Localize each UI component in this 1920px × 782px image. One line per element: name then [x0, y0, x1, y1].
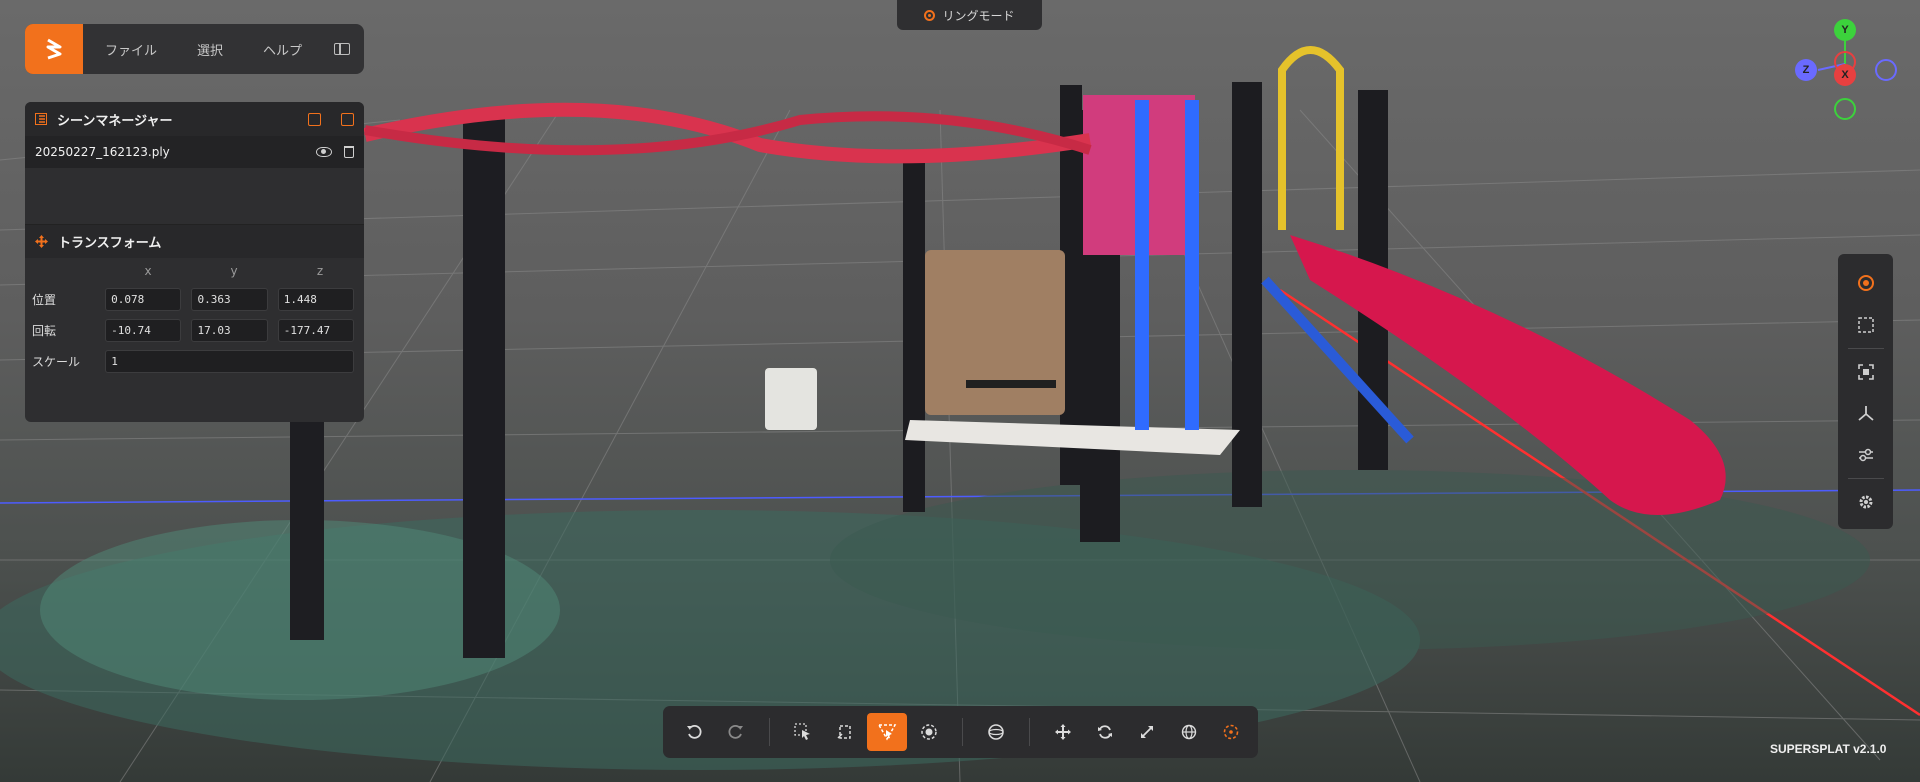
- sphere-select-icon[interactable]: [976, 713, 1016, 751]
- redo-icon[interactable]: [716, 713, 756, 751]
- position-x-input[interactable]: 0.078: [105, 288, 182, 311]
- gizmo-z-axis[interactable]: Z: [1795, 59, 1817, 81]
- right-toolbar: [1838, 254, 1893, 529]
- import-icon[interactable]: [308, 112, 321, 126]
- menu-file[interactable]: ファイル: [83, 40, 177, 59]
- trash-icon[interactable]: [344, 146, 354, 158]
- ring-mode-label: リングモード: [942, 8, 1015, 23]
- version-label: SUPERSPLAT v2.1.0: [1770, 742, 1887, 756]
- undo-icon[interactable]: [674, 713, 714, 751]
- axis-z-label: z: [316, 264, 324, 278]
- scale-input[interactable]: 1: [105, 350, 354, 373]
- file-name: 20250227_162123.ply: [35, 145, 170, 159]
- toolbar-divider: [1029, 718, 1030, 746]
- lasso-select-icon[interactable]: [825, 713, 865, 751]
- picker-select-icon[interactable]: [783, 713, 823, 751]
- scene-manager-title: シーンマネージャー: [57, 113, 173, 129]
- translate-icon[interactable]: [1043, 713, 1083, 751]
- splat-centers-icon[interactable]: [1851, 268, 1881, 298]
- pivot-icon[interactable]: [1211, 713, 1251, 751]
- view-gizmo[interactable]: Y Z X: [1785, 16, 1905, 126]
- toolbar-divider: [962, 718, 963, 746]
- supersplat-logo-icon[interactable]: [25, 24, 83, 74]
- toolbar-divider: [769, 718, 770, 746]
- scale-row: スケール 1: [25, 346, 364, 377]
- frame-selection-icon[interactable]: [1851, 357, 1881, 387]
- list-icon: [35, 113, 47, 125]
- rotation-row: 回転 -10.74 17.03 -177.47: [25, 315, 364, 346]
- gizmo-y-axis[interactable]: Y: [1834, 19, 1856, 41]
- scale-label: スケール: [32, 355, 81, 369]
- move-icon: [35, 235, 48, 248]
- toolbar-divider: [1847, 347, 1884, 349]
- brush-select-icon[interactable]: [909, 713, 949, 751]
- position-z-input[interactable]: 1.448: [277, 288, 355, 311]
- ring-mode-badge[interactable]: リングモード: [897, 0, 1042, 30]
- color-adjust-icon[interactable]: [1851, 440, 1881, 470]
- menu-help[interactable]: ヘルプ: [243, 40, 322, 59]
- bounding-box-icon[interactable]: [1851, 310, 1881, 340]
- position-y-input[interactable]: 0.363: [191, 288, 268, 311]
- file-list-item[interactable]: 20250227_162123.ply: [25, 136, 364, 168]
- position-label: 位置: [32, 293, 57, 307]
- menu-select[interactable]: 選択: [177, 40, 243, 59]
- scene-manager-header: シーンマネージャー: [25, 102, 364, 136]
- rotation-label: 回転: [32, 324, 57, 338]
- panel-collapse-icon[interactable]: [334, 43, 350, 55]
- rotate-icon[interactable]: [1085, 713, 1125, 751]
- rotation-z-input[interactable]: -177.47: [277, 319, 355, 342]
- position-row: 位置 0.078 0.363 1.448: [25, 284, 364, 315]
- axis-x-label: x: [144, 264, 152, 278]
- eye-icon[interactable]: [316, 147, 332, 157]
- axis-y-label: y: [230, 264, 238, 278]
- transform-header: トランスフォーム: [25, 224, 364, 258]
- scale-icon[interactable]: [1127, 713, 1167, 751]
- main-menu-bar: ファイル 選択 ヘルプ: [25, 24, 364, 74]
- rotation-y-input[interactable]: 17.03: [191, 319, 268, 342]
- gizmo-x-axis[interactable]: X: [1834, 64, 1856, 86]
- polygon-select-icon[interactable]: [867, 713, 907, 751]
- toolbar-divider: [1847, 478, 1884, 480]
- axis-header-row: x y z: [25, 258, 364, 284]
- export-icon[interactable]: [341, 112, 354, 126]
- rotation-x-input[interactable]: -10.74: [105, 319, 182, 342]
- world-space-icon[interactable]: [1169, 713, 1209, 751]
- transform-title: トランスフォーム: [58, 236, 162, 251]
- scene-manager-panel: シーンマネージャー 20250227_162123.ply トランスフォーム x…: [25, 102, 364, 422]
- ring-mode-icon: [924, 9, 936, 21]
- bottom-toolbar: [663, 706, 1258, 758]
- axes-icon[interactable]: [1851, 398, 1881, 428]
- file-list-empty-area: [25, 168, 364, 224]
- settings-icon[interactable]: [1851, 487, 1881, 517]
